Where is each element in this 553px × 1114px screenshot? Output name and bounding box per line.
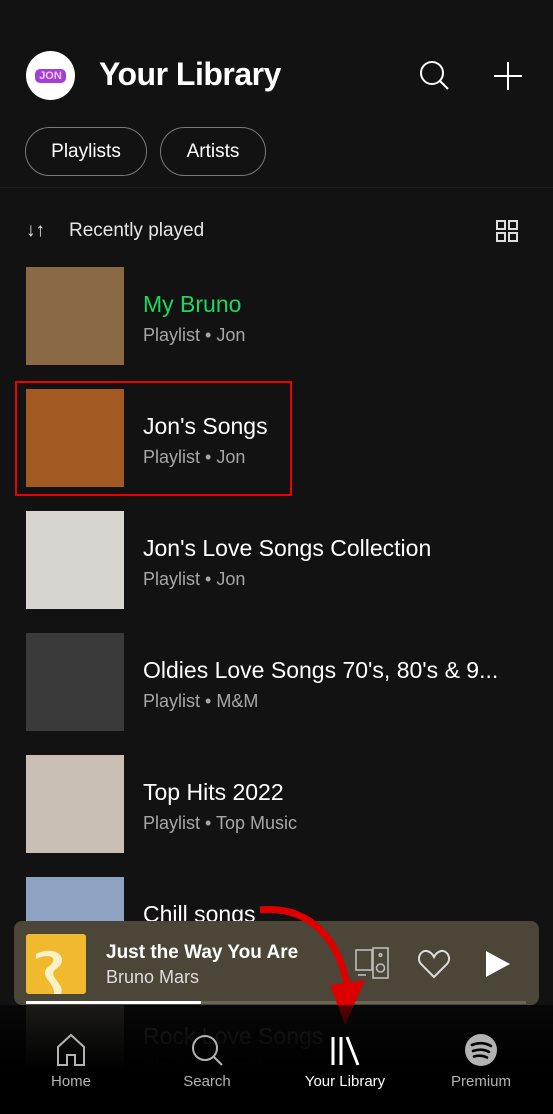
track-artist: Bruno Mars bbox=[106, 967, 200, 987]
nav-your-library[interactable]: Your Library bbox=[290, 1033, 400, 1090]
playlist-cover bbox=[26, 633, 124, 731]
home-icon bbox=[57, 1033, 85, 1066]
playlist-cover bbox=[26, 267, 124, 365]
item-title: Jon's Songs bbox=[143, 413, 268, 439]
nav-home[interactable]: Home bbox=[16, 1033, 126, 1090]
list-item[interactable]: Oldies Love Songs 70's, 80's & 9... Play… bbox=[26, 633, 536, 731]
item-subtitle: Playlist • Jon bbox=[143, 325, 246, 345]
list-item[interactable]: Jon's Love Songs Collection Playlist • J… bbox=[26, 511, 536, 609]
play-icon[interactable] bbox=[484, 950, 512, 978]
item-title: Top Hits 2022 bbox=[143, 779, 284, 805]
album-art bbox=[26, 934, 86, 994]
library-header: JON Your Library Playlists Artists bbox=[0, 0, 553, 188]
nav-premium[interactable]: Premium bbox=[426, 1033, 536, 1090]
item-subtitle: Playlist • Jon bbox=[143, 447, 246, 467]
spotify-icon bbox=[465, 1034, 497, 1066]
item-title: My Bruno bbox=[143, 291, 242, 317]
playlist-cover bbox=[26, 755, 124, 853]
item-subtitle: Playlist • M&M bbox=[143, 691, 259, 711]
nav-search[interactable]: Search bbox=[152, 1033, 262, 1090]
search-icon bbox=[192, 1035, 223, 1066]
sort-row: ↓↑ Recently played bbox=[26, 220, 520, 244]
sort-icon[interactable]: ↓↑ bbox=[26, 220, 45, 242]
playlist-cover bbox=[26, 511, 124, 609]
page-title: Your Library bbox=[99, 56, 281, 92]
item-title: Oldies Love Songs 70's, 80's & 9... bbox=[143, 657, 499, 683]
item-subtitle: Playlist • Jon bbox=[143, 569, 246, 589]
list-item[interactable]: Jon's Songs Playlist • Jon bbox=[26, 389, 536, 487]
plus-icon[interactable] bbox=[492, 60, 524, 92]
grid-icon[interactable] bbox=[496, 220, 519, 243]
item-title: Jon's Love Songs Collection bbox=[143, 535, 432, 561]
sort-button[interactable]: Recently played bbox=[69, 220, 204, 242]
search-icon[interactable] bbox=[417, 58, 451, 92]
playlist-cover bbox=[26, 389, 124, 487]
avatar[interactable]: JON bbox=[26, 51, 75, 100]
list-item[interactable]: My Bruno Playlist • Jon bbox=[26, 267, 536, 365]
heart-icon[interactable] bbox=[417, 948, 451, 980]
library-icon bbox=[331, 1036, 360, 1066]
item-subtitle: Playlist • Top Music bbox=[143, 813, 298, 833]
filter-artists[interactable]: Artists bbox=[160, 127, 266, 176]
list-item[interactable]: Top Hits 2022 Playlist • Top Music bbox=[26, 755, 536, 853]
bottom-nav: Home Search Your Library Premium bbox=[0, 1005, 553, 1114]
filter-playlists[interactable]: Playlists bbox=[25, 127, 147, 176]
